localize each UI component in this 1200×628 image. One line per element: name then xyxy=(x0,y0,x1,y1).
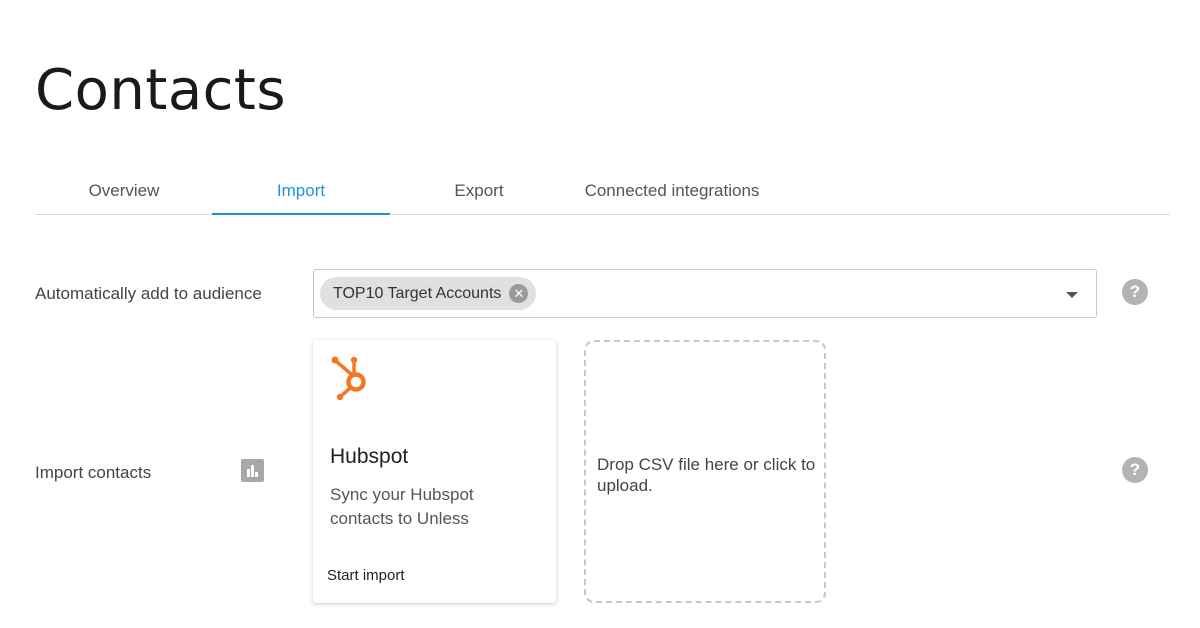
caret-down-icon[interactable] xyxy=(1066,292,1078,298)
audience-chip: TOP10 Target Accounts ✕ xyxy=(320,277,537,310)
active-tab-indicator xyxy=(212,213,390,215)
start-import-button[interactable]: Start import xyxy=(327,567,405,584)
audience-select[interactable]: TOP10 Target Accounts ✕ xyxy=(313,269,1097,318)
audience-label: Automatically add to audience xyxy=(35,284,262,303)
tab-overview[interactable]: Overview xyxy=(35,166,213,215)
tab-import[interactable]: Import xyxy=(212,166,390,215)
bar-chart-icon[interactable] xyxy=(241,459,264,482)
tab-bar: Overview Import Export Connected integra… xyxy=(35,166,1170,215)
close-circle-icon[interactable]: ✕ xyxy=(509,284,529,303)
tab-export[interactable]: Export xyxy=(390,166,568,215)
audience-chip-label: TOP10 Target Accounts xyxy=(333,284,502,302)
dropzone-text: Drop CSV file here or click to upload. xyxy=(597,455,816,495)
hubspot-card-title: Hubspot xyxy=(330,445,409,468)
import-contacts-label: Import contacts xyxy=(35,463,152,482)
tab-connected-integrations[interactable]: Connected integrations xyxy=(567,166,777,215)
audience-help-icon[interactable]: ? xyxy=(1122,279,1148,305)
hubspot-card[interactable]: Hubspot Sync your Hubspot contacts to Un… xyxy=(313,340,556,603)
page-title: Contacts xyxy=(35,58,287,123)
hubspot-logo-icon xyxy=(331,356,366,401)
csv-dropzone[interactable]: Drop CSV file here or click to upload. xyxy=(584,340,826,603)
import-help-icon[interactable]: ? xyxy=(1122,457,1148,483)
hubspot-card-description: Sync your Hubspot contacts to Unless xyxy=(330,485,474,528)
